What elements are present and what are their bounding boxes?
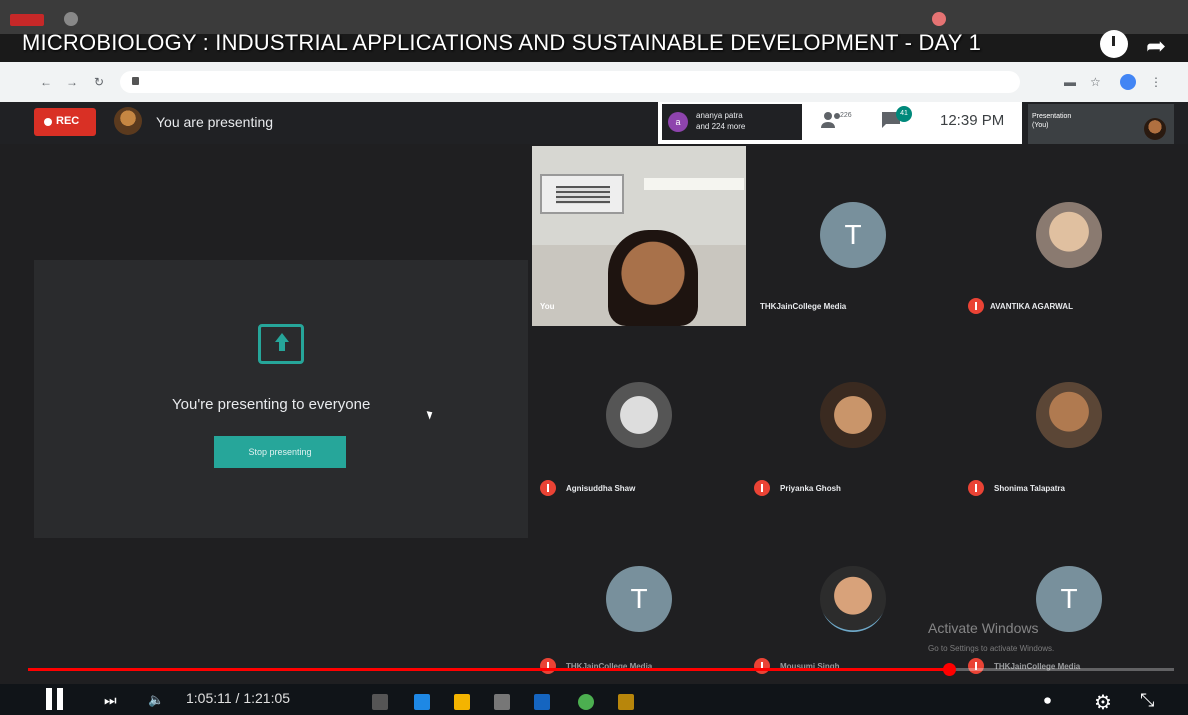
video-time: 1:05:11 / 1:21:05	[186, 690, 291, 706]
mic-off-icon	[540, 658, 556, 674]
participant-initial-avatar: T	[606, 566, 672, 632]
lock-icon	[132, 77, 139, 85]
browser-tab-strip	[0, 0, 1188, 34]
activate-windows-subtitle: Go to Settings to activate Windows.	[928, 644, 1055, 653]
presenter-avatar	[114, 107, 142, 135]
exit-fullscreen-icon[interactable]: ⤡	[1140, 690, 1162, 712]
participant-photo	[820, 566, 886, 632]
chat-count-badge: 41	[896, 106, 912, 122]
url-field[interactable]	[120, 71, 1020, 93]
reload-icon[interactable]: ↻	[94, 75, 104, 89]
photos-icon[interactable]	[618, 694, 634, 710]
recording-badge: REC	[34, 108, 96, 136]
presenting-status: You are presenting	[156, 114, 274, 130]
participant-initial-avatar: T	[820, 202, 886, 268]
presenter-face	[608, 230, 698, 326]
menu-kebab-icon[interactable]: ⋮	[1150, 75, 1162, 89]
player-controls-bar	[0, 684, 1188, 715]
file-explorer-icon[interactable]	[454, 694, 470, 710]
extension-icon[interactable]: ▬	[1064, 75, 1076, 89]
share-icon[interactable]: ➦	[1146, 32, 1176, 60]
account-chip[interactable]	[928, 10, 1028, 28]
self-preview-tile[interactable]: Presentation (You)	[1028, 104, 1174, 144]
forward-icon[interactable]: →	[66, 75, 78, 89]
participants-summary: ananya patra and 224 more	[696, 111, 746, 131]
volume-icon[interactable]: 🔈	[148, 692, 166, 710]
bookmark-star-icon[interactable]: ☆	[1090, 75, 1101, 89]
self-video-tile[interactable]: You	[532, 146, 746, 326]
participant-name: THKJainCollege Media	[760, 302, 847, 311]
address-bar: ← → ↻ ▬ ☆ ⋮	[0, 62, 1188, 102]
mic-off-icon	[968, 480, 984, 496]
people-count: 226	[840, 112, 852, 119]
mic-off-icon	[540, 480, 556, 496]
participant-avatar: a	[668, 112, 688, 132]
pause-button[interactable]	[44, 688, 66, 712]
mic-off-icon	[968, 658, 984, 674]
participant-photo	[606, 382, 672, 448]
participant-initial-avatar: T	[1036, 566, 1102, 632]
store-icon[interactable]	[494, 694, 510, 710]
self-tile-label: Presentation (You)	[1032, 113, 1072, 129]
mic-off-icon	[754, 658, 770, 674]
profile-avatar[interactable]	[1120, 74, 1136, 90]
participants-chip[interactable]: a ananya patra and 224 more	[662, 104, 802, 140]
self-name-label: You	[540, 302, 555, 311]
activate-windows-title: Activate Windows	[928, 620, 1039, 636]
air-conditioner	[540, 174, 624, 214]
participant-photo	[820, 382, 886, 448]
participant-name: Priyanka Ghosh	[780, 484, 841, 493]
self-mini-video	[1144, 118, 1166, 140]
ceiling-light	[644, 178, 744, 190]
presenting-message: You're presenting to everyone	[172, 396, 371, 413]
participant-photo	[1036, 382, 1102, 448]
video-progress-fill	[28, 668, 950, 671]
mic-off-icon	[968, 298, 984, 314]
tab-favicon-icon	[64, 12, 78, 26]
present-screen-icon	[258, 324, 304, 364]
mail-icon[interactable]	[534, 694, 550, 710]
participant-name: Shonima Talapatra	[994, 484, 1065, 493]
participant-name: Agnisuddha Shaw	[566, 484, 636, 493]
task-view-icon[interactable]	[372, 694, 388, 710]
mic-off-icon	[754, 480, 770, 496]
gear-icon[interactable]: ⚙	[1094, 690, 1116, 714]
next-video-icon[interactable]: ⏭	[104, 692, 120, 710]
recording-tag	[10, 14, 44, 26]
watch-later-icon[interactable]	[1100, 30, 1128, 58]
captions-icon[interactable]: ⏺	[1044, 692, 1066, 710]
chrome-icon[interactable]	[578, 694, 594, 710]
edge-icon[interactable]	[414, 694, 430, 710]
video-title[interactable]: MICROBIOLOGY : INDUSTRIAL APPLICATIONS A…	[22, 30, 981, 56]
stop-presenting-button[interactable]: Stop presenting	[214, 436, 346, 468]
participant-name: AVANTIKA AGARWAL	[990, 302, 1073, 311]
participant-photo	[1036, 202, 1102, 268]
back-icon[interactable]: ←	[40, 75, 52, 89]
meeting-clock: 12:39 PM	[940, 112, 1005, 129]
